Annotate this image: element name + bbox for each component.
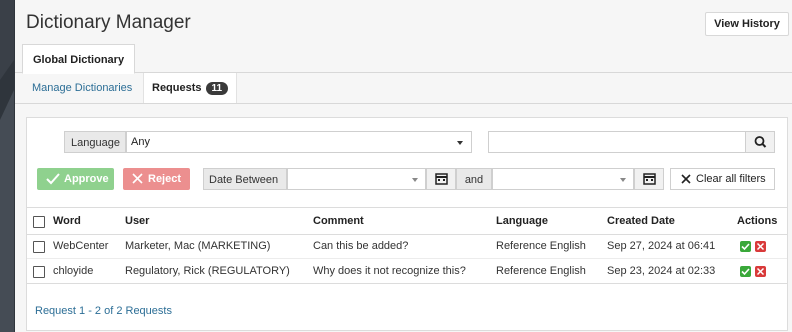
row-checkbox[interactable]	[33, 266, 45, 278]
tab-requests-label: Requests	[152, 82, 202, 94]
language-cell: Reference English	[496, 240, 586, 252]
column-header-user[interactable]: User	[125, 208, 149, 234]
dictionary-manager-window: Dictionary Manager View History Global D…	[15, 0, 792, 332]
page-title: Dictionary Manager	[26, 12, 191, 33]
approve-check-icon[interactable]	[740, 241, 751, 252]
chevron-down-icon	[412, 178, 418, 182]
and-label: and	[456, 168, 492, 190]
pagination-summary: Request 1 - 2 of 2 Requests	[35, 305, 172, 317]
column-header-language[interactable]: Language	[496, 208, 548, 234]
search-input[interactable]	[488, 131, 746, 153]
primary-tabs: Global Dictionary	[15, 44, 792, 74]
created-date-cell: Sep 27, 2024 at 06:41	[607, 240, 716, 252]
close-icon	[681, 174, 691, 184]
reject-x-icon[interactable]	[755, 266, 766, 277]
date-between-label: Date Between	[203, 168, 287, 190]
chevron-down-icon	[457, 141, 463, 145]
language-label: Language	[64, 131, 126, 153]
created-date-cell: Sep 23, 2024 at 02:33	[607, 265, 716, 277]
date-to-input[interactable]	[492, 168, 634, 190]
row-checkbox[interactable]	[33, 241, 45, 253]
secondary-tabs: Manage Dictionaries Requests 11	[15, 73, 792, 104]
tab-global-dictionary[interactable]: Global Dictionary	[22, 44, 136, 74]
language-cell: Reference English	[496, 265, 586, 277]
select-all-checkbox[interactable]	[33, 216, 45, 228]
date-from-input[interactable]	[287, 168, 426, 190]
date-from-calendar-button[interactable]	[426, 168, 456, 190]
user-cell: Regulatory, Rick (REGULATORY)	[125, 265, 290, 277]
comment-cell: Can this be added?	[313, 240, 409, 252]
check-icon	[46, 173, 60, 185]
reject-button[interactable]: Reject	[123, 168, 190, 190]
comment-cell: Why does it not recognize this?	[313, 265, 466, 277]
word-cell: WebCenter	[53, 240, 109, 252]
table-row[interactable]: WebCenter Marketer, Mac (MARKETING) Can …	[27, 234, 787, 259]
search-icon	[754, 136, 767, 148]
chevron-down-icon	[620, 178, 626, 182]
table-row[interactable]: chloyide Regulatory, Rick (REGULATORY) W…	[27, 259, 787, 284]
reject-x-icon[interactable]	[755, 241, 766, 252]
approve-button[interactable]: Approve	[37, 168, 114, 190]
column-header-actions: Actions	[737, 215, 778, 227]
close-icon	[132, 173, 143, 184]
clear-all-filters-button[interactable]: Clear all filters	[670, 168, 775, 190]
column-header-word[interactable]: Word	[53, 208, 81, 234]
search-button[interactable]	[745, 131, 775, 153]
language-select[interactable]: Any	[126, 131, 472, 153]
calendar-icon	[643, 173, 656, 185]
column-header-comment[interactable]: Comment	[313, 208, 364, 234]
header: Dictionary Manager View History	[15, 0, 792, 44]
tab-manage-dictionaries[interactable]: Manage Dictionaries	[32, 73, 132, 103]
language-select-value: Any	[131, 136, 150, 148]
requests-panel: Language Any Approve Reject Date Between…	[26, 117, 788, 331]
requests-count-badge: 11	[205, 82, 229, 95]
tab-requests[interactable]: Requests 11	[143, 73, 238, 103]
reject-label: Reject	[148, 173, 182, 185]
date-to-calendar-button[interactable]	[634, 168, 664, 190]
view-history-button[interactable]: View History	[705, 12, 789, 36]
calendar-icon	[435, 173, 448, 185]
column-header-created-date[interactable]: Created Date	[607, 208, 675, 234]
approve-check-icon[interactable]	[740, 266, 751, 277]
clear-all-filters-label: Clear all filters	[696, 173, 766, 185]
table-header-row: Word User Comment Language Created Date …	[27, 207, 787, 235]
approve-label: Approve	[64, 173, 109, 185]
word-cell: chloyide	[53, 265, 94, 277]
user-cell: Marketer, Mac (MARKETING)	[125, 240, 271, 252]
